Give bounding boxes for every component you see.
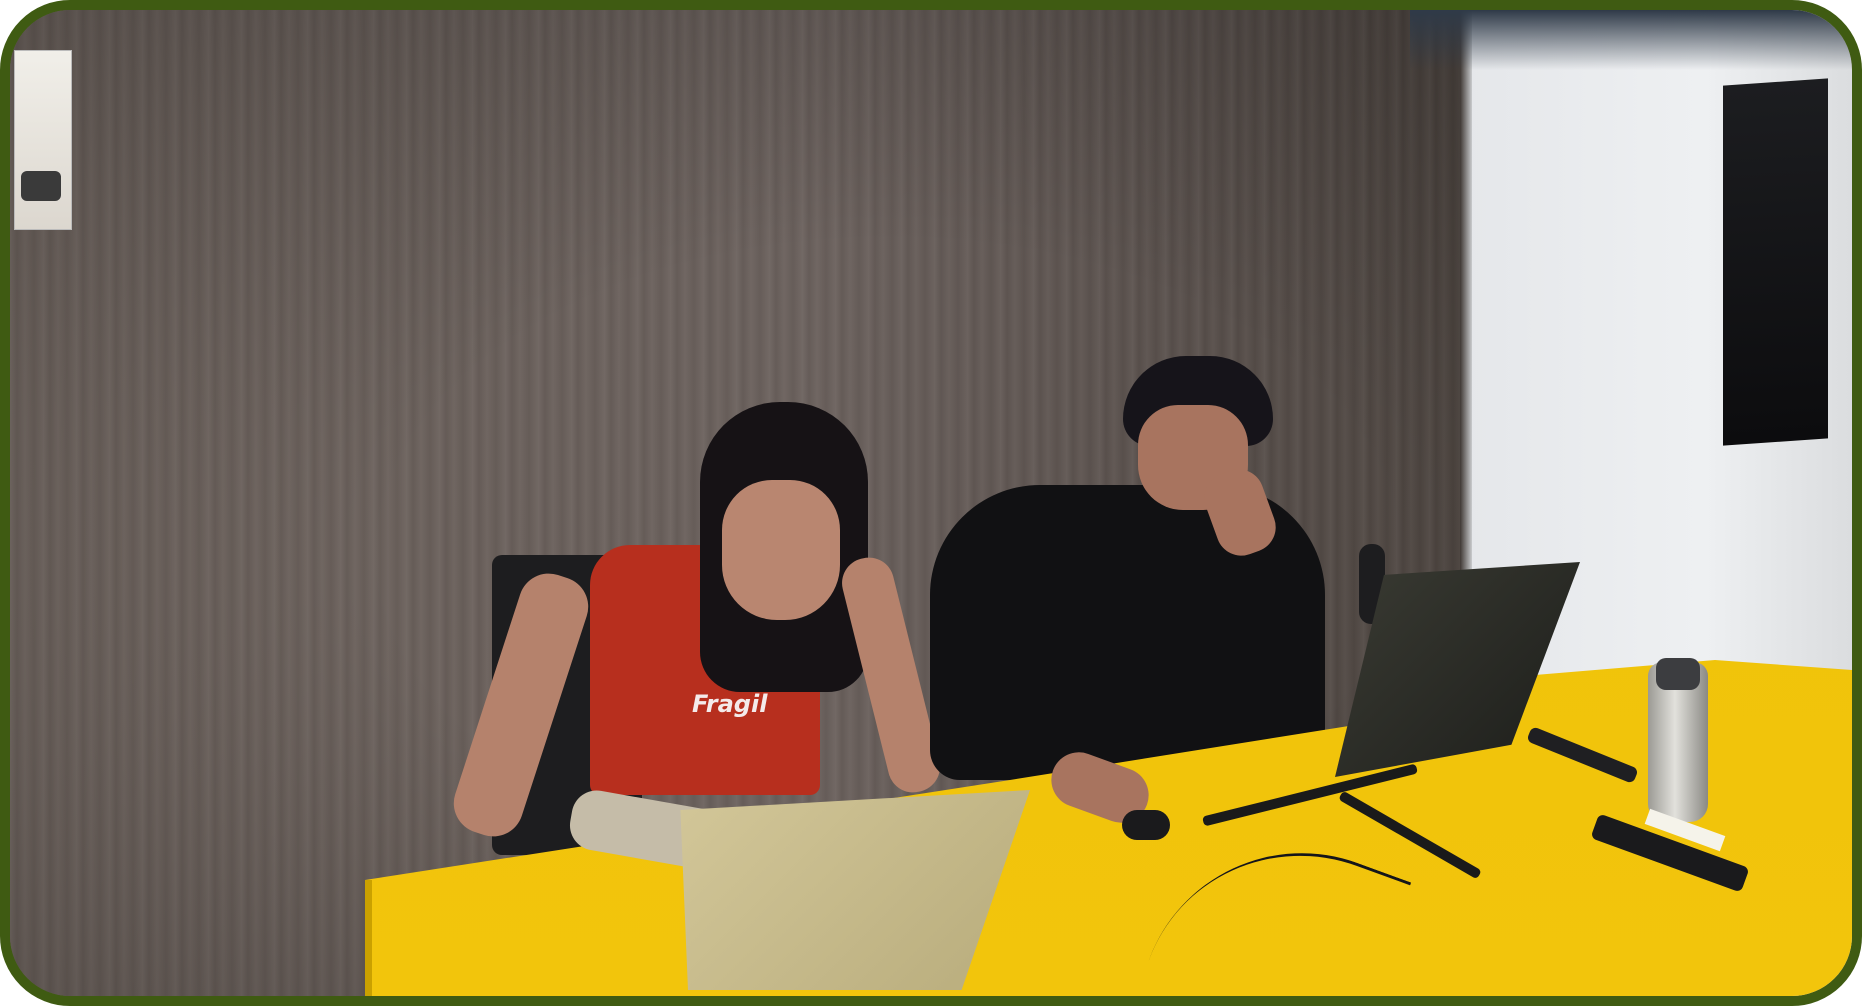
computer-mouse [1122, 810, 1170, 840]
photo-frame: Fragil [0, 0, 1862, 1006]
woman-face [722, 480, 840, 620]
meeting-room-scene: Fragil [10, 10, 1852, 996]
wall-mounted-tv [1723, 78, 1828, 446]
wall-poster [14, 50, 72, 230]
ceiling-shadow [1410, 10, 1852, 70]
bottle-cap [1656, 658, 1700, 690]
shirt-print-text: Fragil [692, 690, 768, 718]
